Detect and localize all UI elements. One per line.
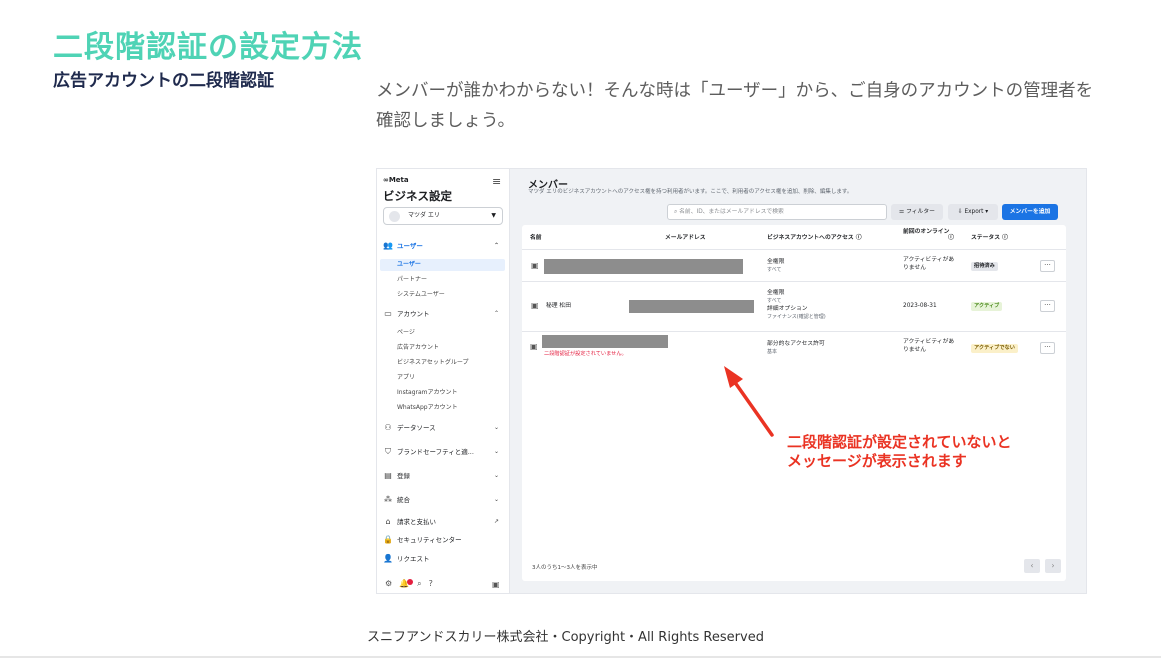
chevron-down-icon: ⌄ — [493, 448, 499, 455]
menu-icon[interactable]: ≡ — [492, 175, 501, 188]
lock-icon: 🔒 — [383, 535, 393, 544]
gear-icon[interactable]: ⚙ — [385, 579, 399, 588]
chevron-up-icon: ⌃ — [493, 310, 499, 317]
sidebar-item-data-sources[interactable]: ⚇ データソース ⌄ — [383, 422, 505, 434]
sidebar: ∞Meta ≡ ビジネス設定 マツダ エリ ▼ 👥 ユーザー ⌃ ユーザー パート… — [377, 169, 510, 593]
chevron-down-icon: ⌄ — [493, 472, 499, 479]
clipboard-icon: ▤ — [384, 471, 392, 480]
sidebar-item-registration[interactable]: ▤ 登録 ⌄ — [383, 470, 505, 482]
sidebar-subitem-ad-accounts[interactable]: 広告アカウント — [397, 342, 439, 354]
business-settings-screenshot: ∞Meta ≡ ビジネス設定 マツダ エリ ▼ 👥 ユーザー ⌃ ユーザー パート… — [376, 168, 1087, 594]
shield-icon: ⛉ — [385, 447, 391, 456]
annotation-arrow — [724, 366, 774, 437]
page-title: 二段階認証の設定方法 — [53, 30, 363, 65]
sidebar-item-brand-safety[interactable]: ⛉ ブランドセーフティと適... ⌄ — [383, 446, 505, 458]
help-icon[interactable]: ? — [429, 579, 440, 588]
chevron-down-icon: ▼ — [491, 212, 496, 219]
chevron-down-icon: ⌄ — [493, 496, 499, 503]
sidebar-subitem-asset-groups[interactable]: ビジネスアセットグループ — [397, 357, 469, 369]
business-settings-title: ビジネス設定 — [383, 189, 452, 203]
integration-icon: ⁂ — [384, 495, 392, 504]
sidebar-subitem-whatsapp[interactable]: WhatsAppアカウント — [397, 402, 458, 414]
folder-icon: ▭ — [384, 309, 392, 318]
sidebar-item-requests[interactable]: 👤 リクエスト — [383, 553, 505, 565]
data-sources-icon: ⚇ — [384, 423, 392, 432]
sidebar-subitem-partners[interactable]: パートナー — [397, 274, 427, 286]
sidebar-item-users[interactable]: 👥 ユーザー ⌃ — [383, 240, 505, 252]
avatar — [389, 211, 400, 222]
chevron-up-icon: ⌃ — [493, 242, 499, 249]
users-icon: 👥 — [383, 241, 393, 250]
search-icon[interactable]: ⌕ — [417, 579, 428, 588]
bank-icon: ⌂ — [385, 517, 391, 526]
section-subtitle: 広告アカウントの二段階認証 — [53, 71, 274, 91]
description-text: メンバーが誰かわからない！そんな時は「ユーザー」から、ご自身のアカウントの管理者… — [376, 81, 1094, 131]
annotation-callout: 二段階認証が設定されていないと メッセージが表示されます — [787, 433, 1012, 470]
sidebar-subitem-users[interactable]: ユーザー — [380, 259, 505, 271]
panel-toggle-icon[interactable]: ▣ — [492, 580, 500, 589]
sidebar-subitem-instagram[interactable]: Instagramアカウント — [397, 387, 458, 399]
sidebar-item-integration[interactable]: ⁂ 統合 ⌄ — [383, 494, 505, 506]
person-add-icon: 👤 — [383, 554, 393, 563]
account-selector[interactable]: マツダ エリ ▼ — [383, 207, 503, 225]
chevron-down-icon: ⌄ — [493, 424, 499, 431]
sidebar-subitem-apps[interactable]: アプリ — [397, 372, 415, 384]
slide: 二段階認証の設定方法 広告アカウントの二段階認証 メンバーが誰かわからない！そん… — [0, 0, 1161, 659]
footer-copyright: スニフアンドスカリー株式会社・Copyright・All Rights Rese… — [367, 630, 764, 645]
sidebar-item-billing[interactable]: ⌂ 請求と支払い ↗ — [383, 516, 505, 528]
sidebar-subitem-pages[interactable]: ページ — [397, 327, 415, 339]
main-content: メンバー マツダ エリのビジネスアカウントへのアクセス権を持つ利用者がいます。こ… — [510, 169, 1086, 593]
meta-logo: ∞Meta — [383, 176, 409, 184]
sidebar-subitem-system-users[interactable]: システムユーザー — [397, 289, 445, 301]
account-name: マツダ エリ — [408, 212, 440, 219]
bottom-divider — [0, 656, 1161, 658]
sidebar-footer-icons: ⚙🔔⌕? — [385, 579, 440, 589]
external-link-icon: ↗ — [493, 518, 499, 525]
sidebar-item-accounts[interactable]: ▭ アカウント ⌃ — [383, 308, 505, 320]
sidebar-item-security-center[interactable]: 🔒 セキュリティセンター — [383, 534, 505, 546]
